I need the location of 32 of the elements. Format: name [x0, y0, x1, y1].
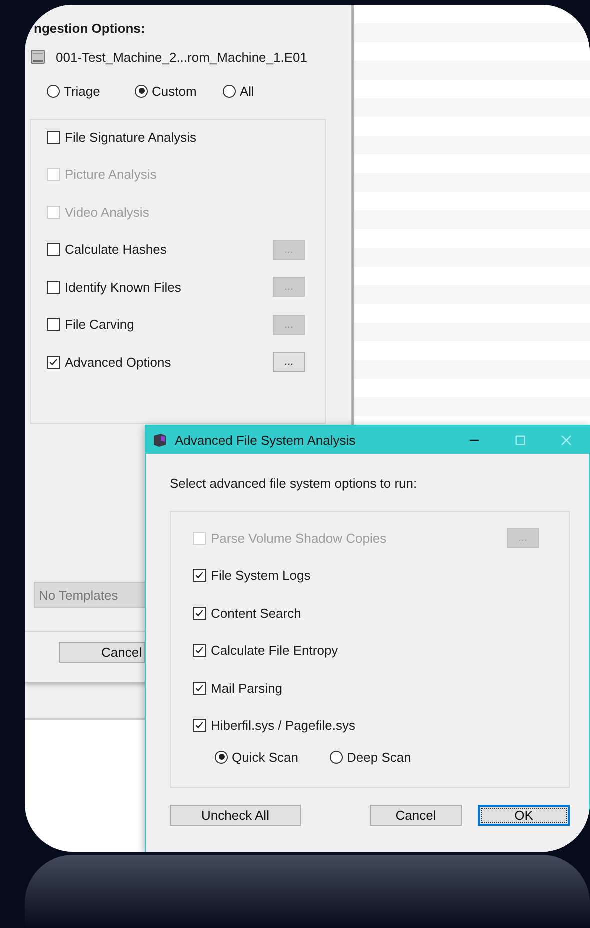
- option-checkbox[interactable]: File Carving: [47, 317, 134, 332]
- settings-button[interactable]: ...: [273, 352, 305, 372]
- scan-radio[interactable]: Quick Scan: [215, 748, 330, 766]
- option-checkbox[interactable]: Identify Known Files: [47, 280, 182, 294]
- window-title: Advanced File System Analysis: [175, 432, 356, 448]
- checkmark-icon: [194, 570, 205, 581]
- app-icon: [152, 432, 168, 448]
- mode-radio[interactable]: Custom: [135, 82, 223, 100]
- option-checkbox[interactable]: Content Search: [193, 606, 302, 620]
- drive-icon: [30, 49, 46, 65]
- option-checkbox[interactable]: File Signature Analysis: [47, 130, 197, 144]
- option-checkbox[interactable]: Calculate Hashes: [47, 242, 167, 257]
- dialog-button[interactable]: OK: [478, 805, 570, 826]
- checkmark-icon: [194, 608, 205, 618]
- checkmark-icon: [194, 682, 205, 694]
- dialog-heading: ngestion Options:: [34, 21, 146, 37]
- option-checkbox[interactable]: Mail Parsing: [193, 680, 283, 696]
- option-checkbox[interactable]: Hiberfil.sys / Pagefile.sys: [193, 718, 356, 733]
- option-checkbox[interactable]: Advanced Options: [47, 354, 172, 370]
- instruction-text: Select advanced file system options to run:: [170, 476, 418, 492]
- option-checkbox[interactable]: Calculate File Entropy: [193, 643, 338, 658]
- source-file-name: 001-Test_Machine_2...rom_Machine_1.E01: [56, 50, 308, 64]
- dialog-button[interactable]: Cancel: [370, 805, 462, 826]
- checkmark-icon: [48, 356, 59, 368]
- option-checkbox[interactable]: File System Logs: [193, 568, 311, 583]
- dialog-button[interactable]: Uncheck All: [170, 805, 301, 826]
- mode-radio[interactable]: Triage: [47, 82, 135, 100]
- cancel-button[interactable]: Cancel: [59, 642, 145, 663]
- checkmark-icon: [194, 645, 205, 656]
- scan-radio[interactable]: Deep Scan: [330, 748, 445, 766]
- checkmark-icon: [194, 720, 205, 731]
- mode-radio[interactable]: All: [223, 82, 283, 100]
